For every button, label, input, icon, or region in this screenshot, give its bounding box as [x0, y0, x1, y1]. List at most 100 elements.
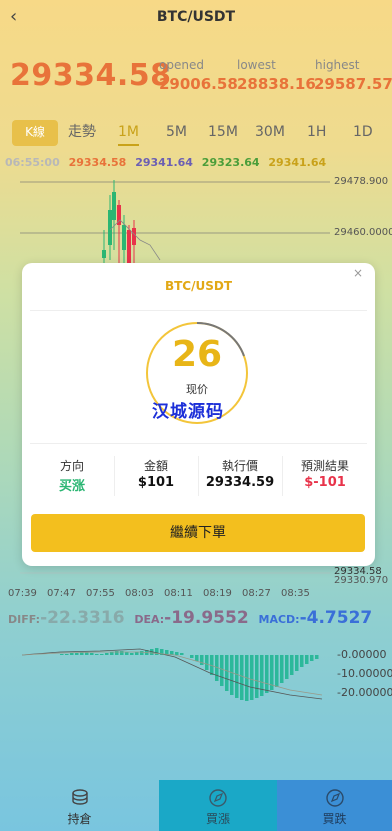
tab-15m[interactable]: 15M [208, 120, 238, 146]
x-tick-label: 07:55 [86, 588, 115, 599]
y-tick-label: 29478.900 [334, 176, 389, 187]
ohlc-open: 29334.58 [68, 156, 127, 169]
buy-down-button[interactable]: 買跌 [277, 780, 392, 831]
macd-bar [225, 655, 229, 691]
tab-1m[interactable]: 1M [118, 120, 139, 146]
countdown-number: 26 [171, 334, 223, 375]
macd-bar [235, 655, 239, 698]
tab-trend[interactable]: 走勢 [68, 120, 96, 146]
watermark: 汉城源码 [152, 402, 224, 422]
exec-price-label: 執行價 [221, 459, 258, 473]
macd-value: -4.7527 [299, 608, 373, 628]
macd-bar [280, 655, 284, 683]
divider [30, 310, 367, 311]
tab-1d[interactable]: 1D [353, 120, 373, 146]
dea-label: DEA: [134, 613, 165, 626]
macd-bar [155, 648, 159, 655]
macd-tick: -10.00000 [337, 667, 392, 680]
ohlc-low: 29323.64 [201, 156, 260, 169]
lowest-value: 28838.16 [237, 75, 316, 93]
macd-bar [205, 655, 209, 670]
buy-up-label: 買漲 [205, 812, 230, 826]
candle-body [108, 210, 112, 245]
direction-label: 方向 [59, 459, 84, 473]
macd-bar [315, 655, 319, 659]
macd-bar [75, 653, 79, 655]
macd-bar [195, 655, 199, 661]
macd-bar [275, 655, 279, 687]
tab-30m[interactable]: 30M [255, 120, 285, 146]
macd-bar [70, 653, 74, 655]
macd-bar [295, 655, 299, 671]
tab-kline[interactable]: K線 [12, 120, 58, 146]
modal-title: BTC/USDT [164, 279, 233, 293]
macd-bar [90, 653, 94, 655]
macd-bar [110, 652, 114, 655]
tab-1h[interactable]: 1H [307, 120, 326, 146]
macd-bar [305, 655, 309, 664]
close-icon[interactable]: × [353, 266, 363, 280]
macd-bar [265, 655, 269, 693]
macd-bar [190, 655, 194, 658]
y-tick-label: 29460.0000 [334, 227, 392, 238]
positions-button[interactable]: 持倉 [0, 780, 159, 831]
coins-icon [71, 789, 88, 805]
macd-bar [95, 654, 99, 655]
period-tabs: K線 走勢 1M 5M 15M 30M 1H 1D [0, 120, 392, 146]
macd-bar [310, 655, 314, 661]
macd-bar [175, 652, 179, 655]
y-tick-label: 29330.970 [334, 575, 389, 586]
ohlc-close: 29341.64 [268, 156, 327, 169]
buy-down-label: 買跌 [322, 812, 347, 826]
x-tick-label: 08:03 [125, 588, 154, 599]
result-value: $-101 [304, 475, 346, 490]
current-price-label: 现价 [186, 383, 208, 396]
macd-tick: -20.00000 [337, 686, 392, 699]
tab-5m[interactable]: 5M [166, 120, 187, 146]
macd-bar [135, 652, 139, 655]
macd-bar [65, 654, 69, 655]
bottom-nav: 持倉 買漲 買跌 [0, 780, 392, 831]
macd-tick: -0.00000 [337, 648, 387, 661]
macd-chart [21, 648, 323, 701]
amount-value: $101 [137, 475, 175, 490]
ohlc-high: 29341.64 [135, 156, 193, 169]
dea-value: -19.9552 [164, 608, 249, 628]
direction-value: 买涨 [58, 479, 85, 494]
continue-order-button[interactable]: 繼續下單 [31, 514, 365, 552]
macd-bar [115, 651, 119, 655]
diff-label: DIFF: [8, 613, 41, 626]
highest-label: highest [315, 58, 360, 72]
buy-up-button[interactable]: 買漲 [159, 780, 277, 831]
page-title: BTC/USDT [156, 9, 236, 25]
current-price: 29334.58 [10, 58, 172, 93]
macd-bar [255, 655, 259, 698]
compass-icon [325, 789, 344, 807]
macd-bar [220, 655, 224, 686]
x-tick-label: 08:11 [164, 588, 193, 599]
divider [30, 443, 367, 444]
x-tick-label: 07:47 [47, 588, 76, 599]
opened-label: opened [159, 58, 204, 72]
result-label: 預測結果 [300, 459, 349, 473]
macd-bar [290, 655, 294, 675]
macd-bar [300, 655, 304, 667]
macd-label: MACD: [258, 613, 300, 626]
macd-bar [120, 651, 124, 655]
macd-bar [230, 655, 234, 695]
macd-bar [180, 653, 184, 655]
candle-body [122, 225, 126, 250]
macd-bar [100, 654, 104, 655]
amount-label: 金額 [143, 459, 168, 473]
macd-bar [130, 653, 134, 655]
x-tick-label: 07:39 [8, 588, 37, 599]
macd-bar [200, 655, 204, 665]
compass-icon [209, 789, 227, 807]
macd-bar [140, 651, 144, 655]
macd-bar [250, 655, 254, 700]
macd-bar [125, 652, 129, 655]
macd-bar [285, 655, 289, 679]
macd-bar [105, 653, 109, 655]
lowest-label: lowest [237, 58, 276, 72]
highest-value: 29587.57 [314, 75, 392, 93]
